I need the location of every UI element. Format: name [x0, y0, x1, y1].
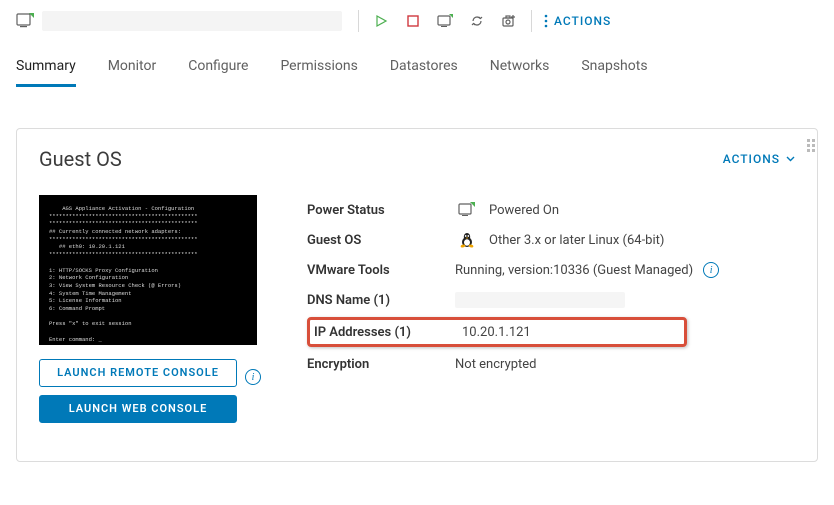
- tab-monitor[interactable]: Monitor: [108, 52, 157, 87]
- linux-icon: [455, 231, 479, 249]
- value-ip-addresses: 10.20.1.121: [462, 325, 531, 340]
- value-guest-os: Other 3.x or later Linux (64-bit): [489, 233, 664, 248]
- panel-body: AGS Appliance Activation - Configuration…: [39, 195, 795, 431]
- header-actions-menu[interactable]: ACTIONS: [544, 14, 611, 28]
- row-power-status: Power Status Powered On: [307, 195, 795, 225]
- label-ip-addresses: IP Addresses (1): [314, 325, 462, 340]
- vm-icon: [16, 12, 34, 30]
- tab-datastores[interactable]: Datastores: [390, 52, 458, 87]
- divider: [358, 10, 359, 32]
- info-icon[interactable]: i: [245, 369, 261, 385]
- info-icon[interactable]: i: [703, 262, 719, 278]
- left-column: AGS Appliance Activation - Configuration…: [39, 195, 267, 431]
- label-encryption: Encryption: [307, 357, 455, 372]
- snapshot-icon[interactable]: [499, 11, 519, 31]
- label-power-status: Power Status: [307, 203, 455, 218]
- header-actions-label: ACTIONS: [554, 14, 611, 28]
- tab-permissions[interactable]: Permissions: [280, 52, 357, 87]
- value-power-status: Powered On: [489, 203, 559, 218]
- guest-os-panel: Guest OS ACTIONS AGS Appliance Activatio…: [16, 128, 818, 462]
- panel-actions-label: ACTIONS: [723, 152, 780, 166]
- panel-actions-menu[interactable]: ACTIONS: [723, 152, 795, 166]
- row-guest-os: Guest OS Other 3.x or later Linux (64-bi…: [307, 225, 795, 255]
- vm-name-redacted: [42, 11, 342, 31]
- tab-networks[interactable]: Networks: [490, 52, 550, 87]
- row-dns-name: DNS Name (1): [307, 285, 795, 315]
- panel-title: Guest OS: [39, 147, 122, 171]
- launch-web-console-button[interactable]: LAUNCH WEB CONSOLE: [39, 395, 237, 423]
- row-vmware-tools: VMware Tools Running, version:10336 (Gue…: [307, 255, 795, 285]
- vm-on-icon: [455, 202, 479, 218]
- label-guest-os: Guest OS: [307, 233, 455, 248]
- page-header: ACTIONS: [0, 0, 834, 42]
- migrate-icon[interactable]: [467, 11, 487, 31]
- tab-summary[interactable]: Summary: [16, 52, 76, 87]
- row-ip-addresses: IP Addresses (1) 10.20.1.121: [307, 317, 687, 347]
- console-icon[interactable]: [435, 11, 455, 31]
- stop-icon[interactable]: [403, 11, 423, 31]
- launch-remote-console-button[interactable]: LAUNCH REMOTE CONSOLE: [39, 359, 237, 387]
- play-icon[interactable]: [371, 11, 391, 31]
- tab-bar: Summary Monitor Configure Permissions Da…: [0, 42, 834, 88]
- row-encryption: Encryption Not encrypted: [307, 349, 795, 379]
- value-dns-name-redacted: [455, 292, 625, 308]
- toolbar: ACTIONS: [358, 10, 611, 32]
- divider: [531, 10, 532, 32]
- console-thumbnail[interactable]: AGS Appliance Activation - Configuration…: [39, 195, 257, 345]
- tab-configure[interactable]: Configure: [188, 52, 248, 87]
- panel-header: Guest OS ACTIONS: [39, 147, 795, 171]
- value-encryption: Not encrypted: [455, 357, 537, 372]
- value-vmware-tools: Running, version:10336 (Guest Managed): [455, 263, 693, 278]
- label-dns-name: DNS Name (1): [307, 293, 455, 308]
- drag-handle-icon[interactable]: [807, 139, 821, 153]
- info-table: Power Status Powered On Guest OS Other 3…: [307, 195, 795, 431]
- tab-snapshots[interactable]: Snapshots: [581, 52, 647, 87]
- label-vmware-tools: VMware Tools: [307, 263, 455, 278]
